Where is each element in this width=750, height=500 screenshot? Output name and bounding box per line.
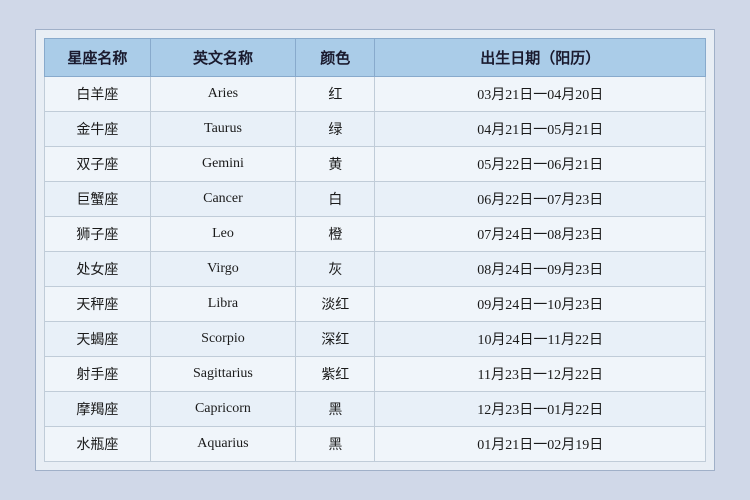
- cell-date: 08月24日一09月23日: [375, 252, 706, 287]
- cell-date: 09月24日一10月23日: [375, 287, 706, 322]
- cell-zh-name: 白羊座: [45, 77, 151, 112]
- table-row: 处女座Virgo灰08月24日一09月23日: [45, 252, 706, 287]
- cell-zh-name: 射手座: [45, 357, 151, 392]
- table-row: 摩羯座Capricorn黑12月23日一01月22日: [45, 392, 706, 427]
- cell-color: 红: [296, 77, 375, 112]
- cell-date: 10月24日一11月22日: [375, 322, 706, 357]
- table-row: 金牛座Taurus绿04月21日一05月21日: [45, 112, 706, 147]
- cell-color: 深红: [296, 322, 375, 357]
- table-row: 白羊座Aries红03月21日一04月20日: [45, 77, 706, 112]
- cell-en-name: Cancer: [150, 182, 295, 217]
- cell-en-name: Taurus: [150, 112, 295, 147]
- header-date: 出生日期（阳历）: [375, 39, 706, 77]
- cell-color: 黑: [296, 427, 375, 462]
- cell-date: 07月24日一08月23日: [375, 217, 706, 252]
- cell-en-name: Leo: [150, 217, 295, 252]
- cell-color: 绿: [296, 112, 375, 147]
- cell-color: 淡红: [296, 287, 375, 322]
- table-row: 射手座Sagittarius紫红11月23日一12月22日: [45, 357, 706, 392]
- table-row: 水瓶座Aquarius黑01月21日一02月19日: [45, 427, 706, 462]
- table-row: 巨蟹座Cancer白06月22日一07月23日: [45, 182, 706, 217]
- cell-en-name: Capricorn: [150, 392, 295, 427]
- cell-date: 11月23日一12月22日: [375, 357, 706, 392]
- cell-color: 黑: [296, 392, 375, 427]
- cell-color: 紫红: [296, 357, 375, 392]
- table-header-row: 星座名称 英文名称 颜色 出生日期（阳历）: [45, 39, 706, 77]
- cell-color: 黄: [296, 147, 375, 182]
- zodiac-table-container: 星座名称 英文名称 颜色 出生日期（阳历） 白羊座Aries红03月21日一04…: [35, 29, 715, 471]
- cell-date: 06月22日一07月23日: [375, 182, 706, 217]
- header-color: 颜色: [296, 39, 375, 77]
- cell-en-name: Aries: [150, 77, 295, 112]
- cell-zh-name: 处女座: [45, 252, 151, 287]
- table-row: 双子座Gemini黄05月22日一06月21日: [45, 147, 706, 182]
- table-row: 天秤座Libra淡红09月24日一10月23日: [45, 287, 706, 322]
- cell-zh-name: 摩羯座: [45, 392, 151, 427]
- cell-zh-name: 天秤座: [45, 287, 151, 322]
- cell-en-name: Scorpio: [150, 322, 295, 357]
- cell-en-name: Sagittarius: [150, 357, 295, 392]
- cell-color: 灰: [296, 252, 375, 287]
- cell-zh-name: 双子座: [45, 147, 151, 182]
- cell-zh-name: 金牛座: [45, 112, 151, 147]
- cell-date: 04月21日一05月21日: [375, 112, 706, 147]
- cell-zh-name: 狮子座: [45, 217, 151, 252]
- cell-zh-name: 天蝎座: [45, 322, 151, 357]
- cell-color: 橙: [296, 217, 375, 252]
- cell-date: 05月22日一06月21日: [375, 147, 706, 182]
- cell-date: 01月21日一02月19日: [375, 427, 706, 462]
- cell-zh-name: 巨蟹座: [45, 182, 151, 217]
- cell-en-name: Aquarius: [150, 427, 295, 462]
- table-body: 白羊座Aries红03月21日一04月20日金牛座Taurus绿04月21日一0…: [45, 77, 706, 462]
- cell-color: 白: [296, 182, 375, 217]
- cell-en-name: Libra: [150, 287, 295, 322]
- table-row: 天蝎座Scorpio深红10月24日一11月22日: [45, 322, 706, 357]
- header-zh-name: 星座名称: [45, 39, 151, 77]
- header-en-name: 英文名称: [150, 39, 295, 77]
- cell-date: 12月23日一01月22日: [375, 392, 706, 427]
- table-row: 狮子座Leo橙07月24日一08月23日: [45, 217, 706, 252]
- cell-en-name: Virgo: [150, 252, 295, 287]
- cell-en-name: Gemini: [150, 147, 295, 182]
- zodiac-table: 星座名称 英文名称 颜色 出生日期（阳历） 白羊座Aries红03月21日一04…: [44, 38, 706, 462]
- cell-date: 03月21日一04月20日: [375, 77, 706, 112]
- cell-zh-name: 水瓶座: [45, 427, 151, 462]
